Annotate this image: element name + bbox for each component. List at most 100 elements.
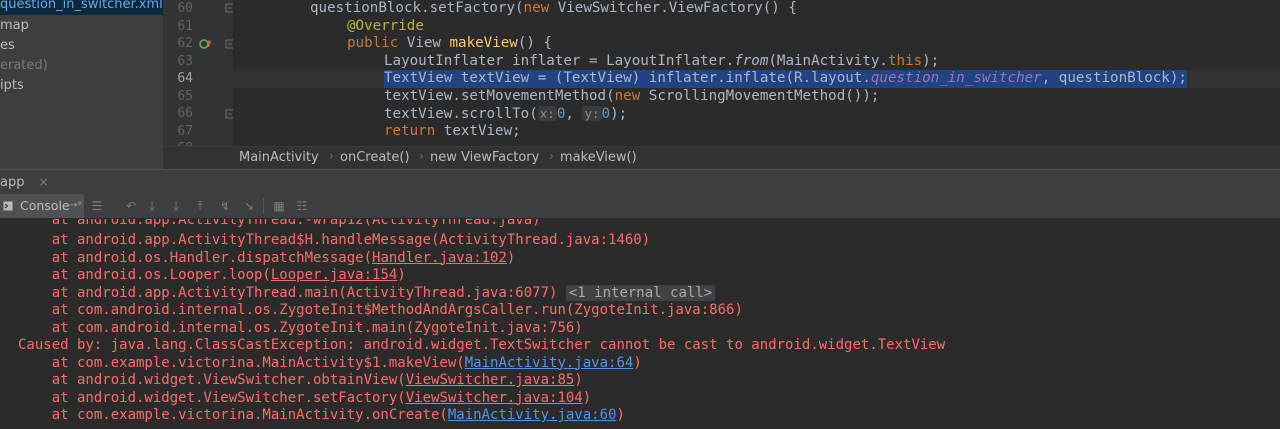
code-keyword: this: [887, 52, 923, 69]
console-line: at android.app.ActivityThread.-wrap12(Ac…: [18, 219, 541, 228]
code-keyword: new: [614, 87, 649, 104]
console-text: at android.os.Looper.loop(: [18, 267, 271, 283]
tree-item-map[interactable]: map: [0, 16, 29, 36]
console-text: ): [506, 249, 516, 266]
run-tab-label: app: [0, 175, 25, 190]
code-token: textView.scrollTo(: [384, 106, 538, 122]
close-icon[interactable]: ×: [39, 175, 49, 189]
console-icon: [3, 201, 13, 211]
code-token: , questionBlock);: [1041, 70, 1187, 86]
breadcrumb-item[interactable]: onCreate(): [340, 150, 410, 165]
restore-layout-icon[interactable]: ↶: [124, 199, 138, 213]
source-link[interactable]: MainActivity.java:60: [448, 407, 617, 423]
stack-link[interactable]: Looper.java:154: [271, 267, 397, 283]
stack-link[interactable]: ViewSwitcher.java:104: [406, 390, 583, 406]
breadcrumb-item[interactable]: new ViewFactory: [430, 150, 539, 165]
console-line: at com.android.internal.os.ZygoteInit$Me…: [18, 302, 743, 318]
source-link[interactable]: MainActivity.java:64: [465, 355, 634, 371]
code-line-67: return textView;: [384, 123, 521, 141]
run-tab-app[interactable]: app ×: [0, 172, 55, 192]
code-token: () {: [517, 35, 553, 51]
editor-gutter: 60 61 62 63 64 65 66 67 68: [163, 0, 254, 156]
step-into-icon[interactable]: ⤓: [169, 199, 183, 213]
code-line-64-selected: TextView textView = (TextView) inflater.…: [384, 70, 1187, 88]
code-line-63: LayoutInflater inflater = LayoutInflater…: [384, 53, 939, 71]
code-token: );: [922, 52, 940, 69]
line-number-current: 64: [177, 71, 193, 86]
toolbar-divider: [263, 198, 264, 214]
console-line: at android.widget.ViewSwitcher.obtainVie…: [18, 372, 583, 390]
parameter-hint: y:: [582, 106, 602, 121]
drop-frame-icon[interactable]: ↯: [218, 199, 232, 213]
parameter-hint: x:: [537, 106, 557, 121]
console-text: at android.app.ActivityThread.main(Activ…: [18, 284, 558, 301]
code-token: LayoutInflater inflater = LayoutInflater…: [384, 52, 735, 69]
code-keyword: public: [347, 35, 407, 51]
breadcrumb-item[interactable]: MainActivity: [239, 150, 319, 165]
console-text: at com.example.victorina.MainActivity.on…: [18, 407, 448, 423]
line-number: 61: [177, 18, 193, 34]
stack-link[interactable]: ViewSwitcher.java:85: [406, 372, 575, 388]
code-line-65: textView.setMovementMethod(new Scrolling…: [384, 88, 879, 106]
internal-call-fold[interactable]: <1 internal call>: [565, 284, 716, 301]
code-keyword: new: [523, 0, 558, 16]
trace-icon[interactable]: ☷: [295, 199, 309, 213]
chevron-right-icon: ›: [549, 149, 554, 163]
console-text: ): [616, 407, 625, 423]
code-line-66: textView.scrollTo(x: 0, y: 0);: [384, 105, 627, 123]
code-static-call: from: [734, 52, 769, 69]
override-method-icon[interactable]: [199, 38, 213, 50]
project-tree: question_in_switcher.xml map es erated) …: [0, 0, 163, 169]
step-over-icon[interactable]: ⤓: [145, 199, 159, 213]
console-text: ): [633, 354, 642, 371]
line-number: 65: [177, 88, 193, 104]
chevron-right-icon: ›: [329, 149, 334, 163]
breadcrumb-item[interactable]: makeView(): [560, 150, 637, 165]
code-token: textView.setMovementMethod(: [384, 87, 615, 104]
console-text: ): [397, 267, 406, 283]
line-number: 63: [177, 53, 193, 69]
code-token: (MainActivity.: [768, 52, 888, 69]
console-text: at android.widget.ViewSwitcher.setFactor…: [18, 389, 406, 406]
console-line: at android.app.ActivityThread$H.handleMe…: [18, 232, 651, 248]
code-method-name: makeView: [449, 35, 518, 51]
code-token: ,: [565, 106, 583, 122]
code-line-62: public View makeView() {: [347, 35, 552, 53]
code-number: 0: [601, 106, 611, 122]
code-token: ScrollingMovementMethod());: [648, 87, 880, 104]
stack-link[interactable]: Handler.java:102: [372, 250, 507, 266]
console-line: at com.example.victorina.MainActivity$1.…: [18, 355, 642, 373]
console-tab[interactable]: Console →*: [0, 194, 84, 218]
console-text: at android.os.Handler.dispatchMessage(: [18, 249, 373, 266]
breadcrumb: MainActivity › onCreate() › new ViewFact…: [163, 146, 1280, 170]
console-line: at android.os.Handler.dispatchMessage(Ha…: [18, 249, 516, 268]
code-annotation: @Override: [347, 17, 424, 34]
line-number: 67: [177, 123, 193, 139]
code-token: View: [406, 35, 450, 51]
console-text: at com.example.victorina.MainActivity$1.…: [18, 354, 465, 371]
evaluate-icon[interactable]: ▦: [272, 199, 286, 213]
code-line-60: questionBlock.setFactory(new ViewSwitche…: [310, 0, 797, 18]
code-token: );: [610, 106, 628, 122]
force-step-icon[interactable]: ↘: [242, 199, 256, 213]
tree-item-es[interactable]: es: [0, 36, 15, 56]
console-line: at com.example.victorina.MainActivity.on…: [18, 407, 625, 425]
menu-icon[interactable]: ☰: [90, 199, 104, 213]
console-line: at com.android.internal.os.ZygoteInit.ma…: [18, 319, 583, 336]
code-keyword: return: [384, 122, 444, 139]
chevron-right-icon: ›: [419, 149, 424, 163]
code-editor[interactable]: questionBlock.setFactory(new ViewSwitche…: [233, 0, 1280, 146]
tree-item-scripts[interactable]: ipts: [0, 76, 24, 96]
tree-item-generated[interactable]: erated): [0, 56, 48, 76]
pin-icon[interactable]: →*: [69, 194, 82, 218]
console-caused-by-line: Caused by: java.lang.ClassCastException:…: [18, 337, 946, 353]
console-text: at android.widget.ViewSwitcher.obtainVie…: [18, 372, 406, 388]
code-token: textView;: [443, 122, 521, 139]
console-line: at android.os.Looper.loop(Looper.java:15…: [18, 267, 406, 285]
tree-item-question-in-switcher[interactable]: question_in_switcher.xml: [0, 0, 163, 15]
console-tab-label: Console: [20, 198, 70, 213]
console-line: at android.widget.ViewSwitcher.setFactor…: [18, 390, 591, 408]
step-out-icon[interactable]: ⤒: [193, 199, 207, 213]
console-output[interactable]: at android.app.ActivityThread.-wrap12(Ac…: [0, 219, 1280, 429]
code-line-61: @Override: [347, 18, 424, 36]
